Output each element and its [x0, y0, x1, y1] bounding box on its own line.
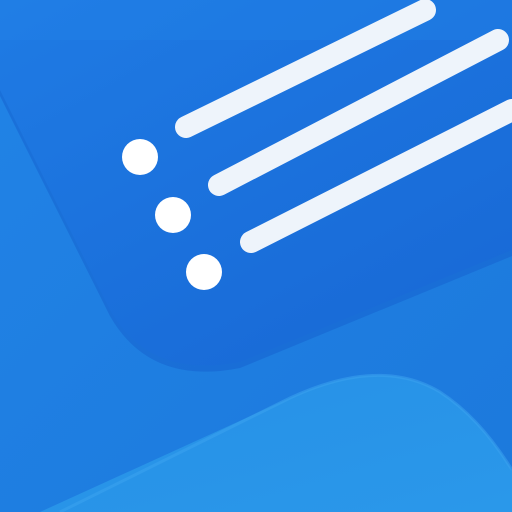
app-icon: [0, 0, 512, 512]
bullet-dot-1: [122, 139, 158, 175]
bullet-dot-3: [186, 254, 222, 290]
bullet-dot-2: [155, 197, 191, 233]
icon-artwork: [0, 0, 512, 512]
